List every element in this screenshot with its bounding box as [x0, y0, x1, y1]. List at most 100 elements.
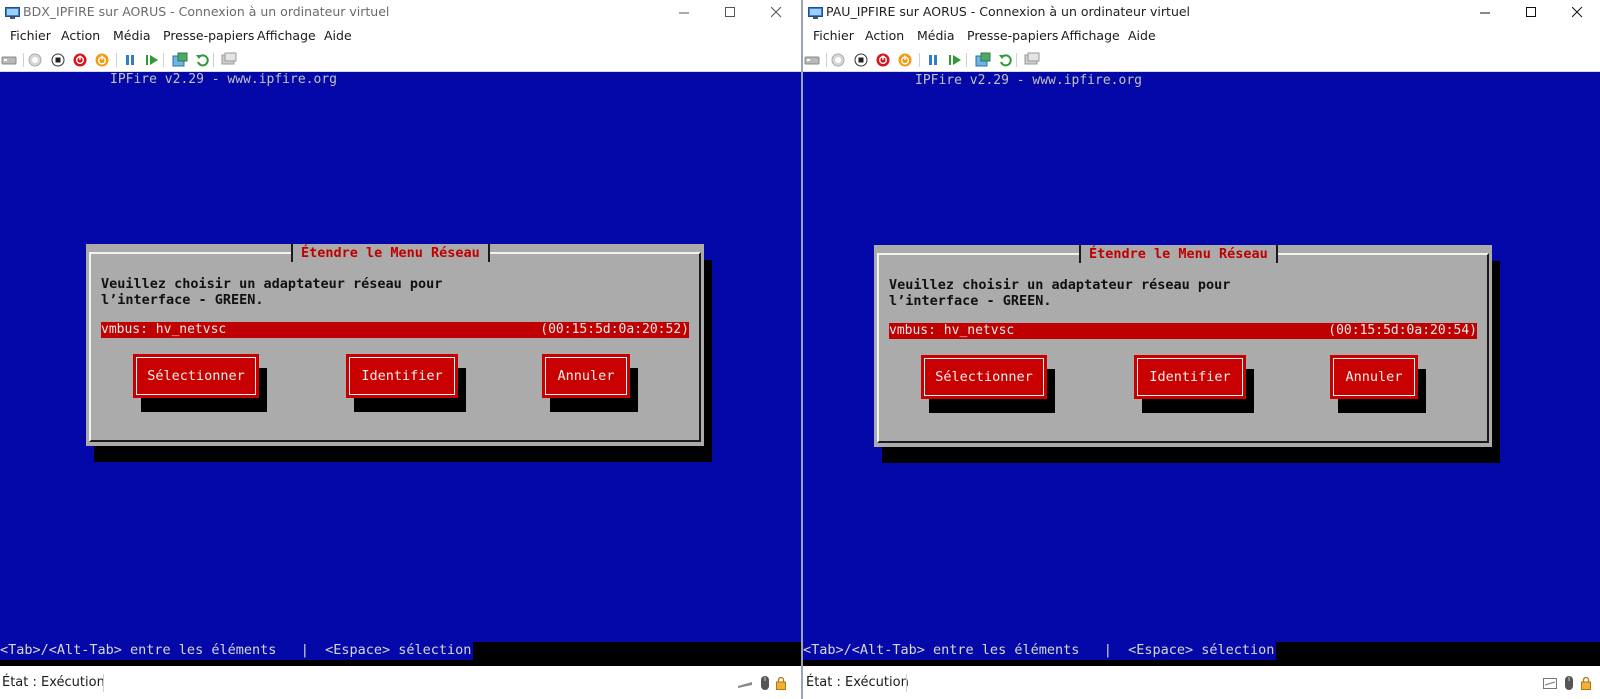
- title-bar[interactable]: PAU_IPFIRE sur AORUS - Connexion à un or…: [803, 0, 1600, 24]
- minimize-icon: [678, 12, 689, 13]
- console-help-text: <Tab>/<Alt-Tab> entre les éléments | <Es…: [0, 642, 474, 660]
- select-button-label: Sélectionner: [935, 369, 1033, 385]
- pause-icon[interactable]: [924, 51, 942, 69]
- revert-icon[interactable]: [996, 51, 1014, 69]
- identify-button-label: Identifier: [361, 368, 443, 384]
- adapter-list-item[interactable]: vmbus: hv_netvsc (00:15:5d:0a:20:52): [101, 322, 689, 338]
- status-bar: État : Exécution: [803, 666, 1600, 699]
- pause-icon[interactable]: [121, 51, 139, 69]
- cancel-button-label: Annuler: [1345, 369, 1403, 385]
- menu-media[interactable]: Média: [917, 28, 955, 43]
- vm-console-screen[interactable]: IPFire v2.29 - www.ipfire.org Étendre le…: [0, 72, 801, 666]
- select-button[interactable]: Sélectionner: [921, 355, 1047, 399]
- identify-button[interactable]: Identifier: [346, 354, 458, 398]
- menu-presse-papiers[interactable]: Presse-papiers: [967, 28, 1058, 43]
- revert-icon[interactable]: [193, 51, 211, 69]
- dialog-title-bar: Étendre le Menu Réseau: [1079, 245, 1278, 263]
- minimize-button[interactable]: [1462, 0, 1508, 24]
- identify-button[interactable]: Identifier: [1134, 355, 1246, 399]
- dialog-title: Étendre le Menu Réseau: [1089, 246, 1268, 262]
- close-icon: [1571, 6, 1582, 17]
- menu-bar: Fichier Action Média Presse-papiers Affi…: [0, 24, 801, 48]
- vm-state: État : Exécution: [806, 675, 909, 690]
- maximize-icon: [1525, 6, 1536, 17]
- save-icon[interactable]: [93, 51, 111, 69]
- keyboard-icon: [738, 676, 752, 690]
- console-help-text: <Tab>/<Alt-Tab> entre les éléments | <Es…: [803, 642, 1277, 660]
- resume-icon[interactable]: [946, 51, 964, 69]
- vm-connection-window-pau: PAU_IPFIRE sur AORUS - Connexion à un or…: [803, 0, 1600, 699]
- menu-aide[interactable]: Aide: [324, 28, 352, 43]
- turn-off-icon[interactable]: [852, 51, 870, 69]
- cancel-button[interactable]: Annuler: [1330, 355, 1418, 399]
- mouse-icon: [758, 676, 772, 690]
- menu-affichage[interactable]: Affichage: [1061, 28, 1120, 43]
- vm-connect-app-icon: [5, 5, 20, 19]
- menu-fichier[interactable]: Fichier: [813, 28, 854, 43]
- menu-affichage[interactable]: Affichage: [257, 28, 316, 43]
- close-icon: [770, 6, 781, 17]
- resume-icon[interactable]: [143, 51, 161, 69]
- ctrl-alt-del-icon[interactable]: [0, 51, 18, 69]
- cancel-button-label: Annuler: [557, 368, 615, 384]
- adapter-name: vmbus: hv_netvsc: [889, 323, 1015, 338]
- window-title: BDX_IPFIRE sur AORUS - Connexion à un or…: [23, 4, 390, 19]
- save-icon[interactable]: [896, 51, 914, 69]
- menu-presse-papiers[interactable]: Presse-papiers: [163, 28, 254, 43]
- adapter-name: vmbus: hv_netvsc: [101, 322, 227, 337]
- vm-state: État : Exécution: [2, 675, 105, 690]
- mouse-icon: [1562, 676, 1576, 690]
- window-title: PAU_IPFIRE sur AORUS - Connexion à un or…: [826, 4, 1191, 19]
- close-button[interactable]: [1554, 0, 1600, 24]
- ipfire-banner: IPFire v2.29 - www.ipfire.org: [110, 72, 337, 87]
- menu-fichier[interactable]: Fichier: [10, 28, 51, 43]
- ipfire-banner: IPFire v2.29 - www.ipfire.org: [915, 73, 1142, 88]
- maximize-button[interactable]: [707, 0, 753, 24]
- dialog-title-bar: Étendre le Menu Réseau: [291, 244, 490, 262]
- cancel-button[interactable]: Annuler: [542, 354, 630, 398]
- vm-connect-app-icon: [808, 5, 823, 19]
- maximize-icon: [724, 6, 735, 17]
- network-menu-dialog: Étendre le Menu Réseau Veuillez choisir …: [874, 245, 1492, 447]
- menu-media[interactable]: Média: [113, 28, 151, 43]
- ctrl-alt-del-icon[interactable]: [803, 51, 821, 69]
- checkpoint-icon[interactable]: [974, 51, 992, 69]
- shutdown-icon[interactable]: [874, 51, 892, 69]
- select-button-label: Sélectionner: [147, 368, 245, 384]
- enhanced-session-icon[interactable]: [220, 51, 238, 69]
- adapter-mac: (00:15:5d:0a:20:52): [540, 322, 689, 337]
- minimize-button[interactable]: [661, 0, 707, 24]
- toolbar: [0, 48, 801, 72]
- vm-connection-window-bdx: BDX_IPFIRE sur AORUS - Connexion à un or…: [0, 0, 801, 699]
- toolbar: [803, 48, 1600, 72]
- menu-action[interactable]: Action: [865, 28, 904, 43]
- dialog-prompt-line2: l’interface - GREEN.: [101, 292, 264, 308]
- dialog-prompt-line1: Veuillez choisir un adaptateur réseau po…: [889, 277, 1231, 293]
- adapter-list-item[interactable]: vmbus: hv_netvsc (00:15:5d:0a:20:54): [889, 323, 1477, 339]
- title-bar[interactable]: BDX_IPFIRE sur AORUS - Connexion à un or…: [0, 0, 801, 24]
- close-button[interactable]: [753, 0, 799, 24]
- menu-aide[interactable]: Aide: [1128, 28, 1156, 43]
- enhanced-session-icon[interactable]: [1023, 51, 1041, 69]
- status-bar: État : Exécution: [0, 666, 801, 699]
- lock-icon: [774, 676, 788, 690]
- dialog-title: Étendre le Menu Réseau: [301, 245, 480, 261]
- start-icon[interactable]: [829, 51, 847, 69]
- checkpoint-icon[interactable]: [171, 51, 189, 69]
- adapter-mac: (00:15:5d:0a:20:54): [1328, 323, 1477, 338]
- start-icon[interactable]: [26, 51, 44, 69]
- vm-console-screen[interactable]: IPFire v2.29 - www.ipfire.org Étendre le…: [803, 72, 1600, 666]
- keyboard-icon: [1543, 676, 1557, 690]
- dialog-prompt-line2: l’interface - GREEN.: [889, 293, 1052, 309]
- menu-action[interactable]: Action: [61, 28, 100, 43]
- select-button[interactable]: Sélectionner: [133, 354, 259, 398]
- lock-icon: [1579, 676, 1593, 690]
- identify-button-label: Identifier: [1149, 369, 1231, 385]
- menu-bar: Fichier Action Média Presse-papiers Affi…: [803, 24, 1600, 48]
- shutdown-icon[interactable]: [71, 51, 89, 69]
- network-menu-dialog: Étendre le Menu Réseau Veuillez choisir …: [86, 244, 704, 446]
- dialog-prompt-line1: Veuillez choisir un adaptateur réseau po…: [101, 276, 443, 292]
- maximize-button[interactable]: [1508, 0, 1554, 24]
- turn-off-icon[interactable]: [49, 51, 67, 69]
- minimize-icon: [1479, 12, 1490, 13]
